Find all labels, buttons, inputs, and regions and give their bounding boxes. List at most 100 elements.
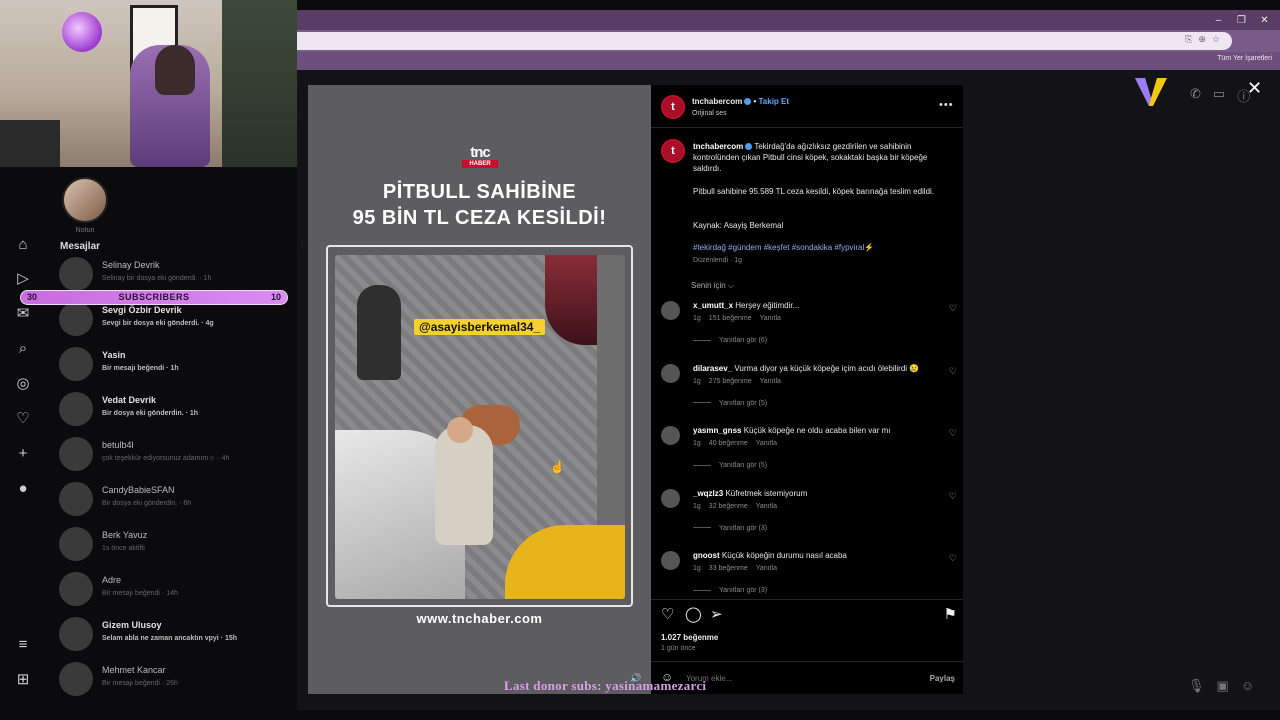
comment-username[interactable]: dilarasev_ <box>693 364 732 373</box>
post-header: tnchabercom • Takip Et <box>692 97 790 106</box>
video-icon[interactable]: ▭ <box>1213 86 1225 105</box>
conversation-item[interactable]: Yasin Bir mesajı beğendi · 1h <box>59 345 299 385</box>
avatar[interactable] <box>661 363 680 383</box>
author-username[interactable]: tnchabercom <box>692 97 742 106</box>
conversation-item[interactable]: Mehmet Kancar Bir mesajı beğendi · 26h <box>59 660 299 700</box>
conversation-item[interactable]: CandyBabieSFAN Bir dosya eki gönderdin. ·… <box>59 480 299 520</box>
comment-like-icon[interactable]: ♡ <box>949 303 957 314</box>
v-logo-icon <box>1135 78 1167 106</box>
conversation-name: Yasin <box>102 350 126 360</box>
conversation-item[interactable]: Selinay Devrik Selinay bir dosya eki gönd… <box>59 255 299 295</box>
caption-paragraph-2: Pitbull sahibine 95.589 TL ceza kesildi,… <box>693 187 935 196</box>
conversation-item[interactable]: Vedat Devrik Bir dosya eki gönderdin. · 1… <box>59 390 299 430</box>
close-window-button[interactable]: ✕ <box>1253 10 1276 30</box>
conversation-preview: Bir dosya eki gönderdin. · 1h <box>102 410 199 417</box>
conversation-item[interactable]: Gizem Ulusoy Selam abla ne zaman ancaktın… <box>59 615 299 655</box>
comment-text: gnoost Küçük köpeğin durumu nasıl acaba <box>693 551 847 560</box>
follow-button[interactable]: Takip Et <box>759 97 790 106</box>
conversation-name: Vedat Devrik <box>102 395 157 405</box>
comment-icon[interactable]: ◯ <box>685 605 702 623</box>
conversation-item[interactable]: Berk Yavuz 1s önce aktifti <box>59 525 299 565</box>
avatar[interactable] <box>661 551 680 570</box>
mic-icon[interactable]: 🎙 <box>1188 678 1205 694</box>
create-icon[interactable]: + <box>13 444 33 464</box>
reply-button[interactable]: Yanıtla <box>756 440 777 447</box>
reply-button[interactable]: Yanıtla <box>760 315 781 322</box>
view-replies-button[interactable]: Yanıtları gör (5) <box>693 400 767 407</box>
messenger-icon[interactable]: ✉ <box>13 304 33 324</box>
minimize-button[interactable]: – <box>1207 10 1230 30</box>
comment-username[interactable]: x_umutt_x <box>693 301 733 310</box>
search-icon[interactable]: ⌕ <box>13 339 33 359</box>
comment-likes[interactable]: 151 beğenme <box>709 315 752 322</box>
reply-button[interactable]: Yanıtla <box>756 565 777 572</box>
sticker-icon[interactable]: ☺ <box>1241 678 1254 694</box>
all-bookmarks-link[interactable]: Tüm Yer İşaretleri <box>1217 55 1272 62</box>
audio-label[interactable]: Orijinal ses <box>692 110 727 117</box>
view-replies-button[interactable]: Yanıtları gör (5) <box>693 462 767 469</box>
reply-button[interactable]: Yanıtla <box>760 378 781 385</box>
comment-like-icon[interactable]: ♡ <box>949 491 957 502</box>
explore-icon[interactable]: ◎ <box>13 374 33 394</box>
avatar[interactable] <box>661 488 680 508</box>
news-photo: @asayisberkemal34_ <box>335 255 625 599</box>
comment-username[interactable]: _wqzlz3 <box>693 489 723 498</box>
comment-likes[interactable]: 33 beğenme <box>709 565 748 572</box>
save-icon[interactable]: ⚑ <box>944 605 957 623</box>
webcam-overlay <box>0 0 297 167</box>
author-avatar[interactable]: t <box>661 95 685 119</box>
conversation-item[interactable]: Adre Bir mesajı beğendi · 14h <box>59 570 299 610</box>
comment-likes[interactable]: 40 beğenme <box>709 440 748 447</box>
reply-button[interactable]: Yanıtla <box>756 503 777 510</box>
avatar <box>59 527 93 561</box>
like-icon[interactable]: ♡ <box>661 605 674 623</box>
avatar[interactable] <box>661 426 680 445</box>
hashtags[interactable]: #tekirdağ #gündem #keşfet #sondakika #fy… <box>693 242 955 253</box>
view-replies-button[interactable]: Yanıtları gör (6) <box>693 337 767 344</box>
avatar <box>59 392 93 426</box>
notes-label: Notun <box>75 227 95 234</box>
comment-meta: 1g 33 beğenme Yanıtla <box>693 565 777 572</box>
comment-item: x_umutt_x Herşey eğitimdir... 1g 151 beğen… <box>661 299 957 359</box>
zoom-icon[interactable]: ⊕ <box>1198 34 1206 45</box>
avatar[interactable] <box>661 301 680 320</box>
comment-like-icon[interactable]: ♡ <box>949 428 957 439</box>
image-icon[interactable]: ▣ <box>1217 678 1229 694</box>
star-icon[interactable]: ☆ <box>1212 34 1220 45</box>
comment-item: gnoost Küçük köpeğin durumu nasıl acaba 1… <box>661 549 957 609</box>
menu-icon[interactable]: ≡ <box>13 635 33 655</box>
comment-username[interactable]: yasmn_gnss <box>693 426 741 435</box>
view-replies-button[interactable]: Yanıtları gör (3) <box>693 587 767 594</box>
home-icon[interactable]: ⌂ <box>13 235 33 255</box>
conversation-name: Gizem Ulusoy <box>102 620 162 630</box>
comment-like-icon[interactable]: ♡ <box>949 553 957 564</box>
comment-username[interactable]: gnoost <box>693 551 720 560</box>
restore-button[interactable]: ❐ <box>1230 10 1253 30</box>
conversation-item[interactable]: Sevgi Özbir Devrik Sevgi bir dosya eki gö… <box>59 300 299 340</box>
post-comment-button[interactable]: Paylaş <box>930 674 955 683</box>
url-field[interactable] <box>297 32 1232 50</box>
more-options-icon[interactable]: ••• <box>939 99 954 111</box>
comment-like-icon[interactable]: ♡ <box>949 366 957 377</box>
comment-item: _wqzlz3 Küfretmek istemiyorum 1g 32 beğenm… <box>661 487 957 547</box>
avatar <box>59 437 93 471</box>
threads-icon[interactable]: ⊞ <box>13 670 33 690</box>
view-replies-button[interactable]: Yanıtları gör (3) <box>693 525 767 532</box>
conversation-name: Berk Yavuz <box>102 530 148 540</box>
profile-icon[interactable]: ● <box>13 479 33 499</box>
caption-avatar[interactable]: t <box>661 139 685 163</box>
install-icon[interactable]: ⎘ <box>1185 34 1192 45</box>
notes[interactable]: Notun <box>62 177 108 234</box>
comment-sort-dropdown[interactable]: Senin için ⌵ <box>691 281 734 291</box>
post-media[interactable]: tnc HABER PİTBULL SAHİBİNE 95 BİN TL CEZ… <box>308 85 651 694</box>
comment-meta: 1g 40 beğenme Yanıtla <box>693 440 777 447</box>
heart-icon[interactable]: ♡ <box>13 409 33 429</box>
conversation-item[interactable]: betulb4l çok teşekkür ediyorsunuz adamım☺… <box>59 435 299 475</box>
share-icon[interactable]: ➢ <box>710 605 723 623</box>
reels-icon[interactable]: ▷ <box>13 269 33 289</box>
comment-likes[interactable]: 32 beğenme <box>709 503 748 510</box>
comment-likes[interactable]: 275 beğenme <box>709 378 752 385</box>
like-count[interactable]: 1.027 beğenme <box>661 633 718 642</box>
phone-icon[interactable]: ✆ <box>1190 86 1201 105</box>
info-icon[interactable]: ⓘ <box>1237 86 1250 105</box>
